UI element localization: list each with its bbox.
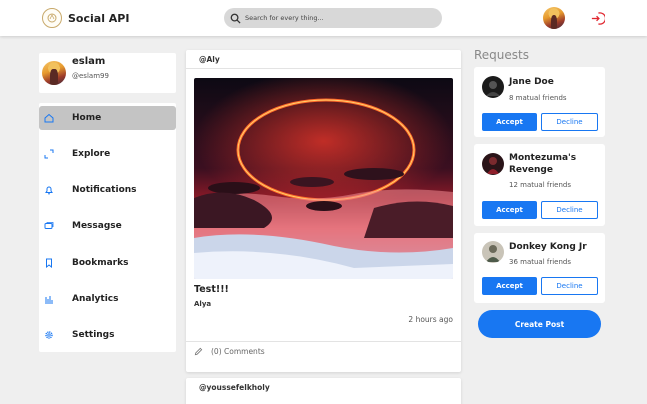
sidebar-item-label: Messagse (72, 221, 122, 231)
explore-icon (44, 149, 54, 159)
sidebar-item-home[interactable]: Home (39, 106, 176, 130)
request-name[interactable]: Jane Doe (509, 76, 601, 88)
mutual-friends: 8 matual friends (509, 94, 567, 102)
request-name[interactable]: Donkey Kong Jr (509, 241, 601, 253)
accept-button[interactable]: Accept (482, 113, 537, 131)
sidebar-item-settings[interactable]: Settings (39, 323, 176, 347)
divider (186, 341, 461, 342)
profile-card[interactable]: eslam @eslam99 (39, 53, 176, 93)
post-card: @Aly Test!!! Alya 2 hours ago (0) Commen… (186, 50, 461, 372)
sidebar-item-messages[interactable]: Messagse (39, 214, 176, 238)
comments-link[interactable]: (0) Comments (194, 347, 265, 356)
sidebar-item-explore[interactable]: Explore (39, 142, 176, 166)
sidebar-item-label: Settings (72, 330, 115, 340)
post-title: Test!!! (194, 284, 229, 295)
avatar (42, 61, 66, 85)
search-icon (230, 13, 241, 24)
sidebar-item-bookmarks[interactable]: Bookmarks (39, 251, 176, 275)
sidebar-item-label: Explore (72, 149, 111, 159)
comments-count: (0) Comments (211, 347, 265, 356)
mutual-friends: 36 matual friends (509, 258, 572, 266)
search-bar[interactable] (224, 8, 442, 28)
post-author[interactable]: @Aly (199, 55, 220, 64)
top-bar: Social API (0, 0, 647, 36)
request-card: Jane Doe 8 matual friends Accept Decline (474, 67, 605, 137)
request-name[interactable]: Montezuma's Revenge (509, 152, 601, 176)
brand[interactable]: Social API (42, 8, 129, 28)
sidebar-item-notifications[interactable]: Notifications (39, 178, 176, 202)
sidebar-item-analytics[interactable]: Analytics (39, 287, 176, 311)
logout-icon[interactable] (590, 11, 605, 26)
bell-icon (44, 185, 54, 195)
requests-title: Requests (474, 48, 529, 62)
sidebar-item-label: Home (72, 113, 102, 123)
post-timestamp: 2 hours ago (408, 315, 453, 324)
accept-button[interactable]: Accept (482, 201, 537, 219)
message-icon (44, 221, 54, 231)
request-card: Montezuma's Revenge 12 matual friends Ac… (474, 144, 605, 226)
post-card: @youssefelkholy (186, 378, 461, 404)
sidebar-nav: Home Explore Notifications Messagse Book… (39, 103, 176, 352)
sidebar-item-label: Analytics (72, 294, 119, 304)
sidebar-item-label: Notifications (72, 185, 137, 195)
analytics-icon (44, 294, 54, 304)
accept-button[interactable]: Accept (482, 277, 537, 295)
bookmark-icon (44, 258, 54, 268)
gear-icon (44, 330, 54, 340)
post-header: @Aly (186, 50, 461, 69)
create-post-button[interactable]: Create Post (478, 310, 601, 338)
search-input[interactable] (245, 14, 435, 22)
mutual-friends: 12 matual friends (509, 181, 572, 189)
app-title: Social API (68, 11, 130, 25)
post-author[interactable]: @youssefelkholy (199, 383, 270, 392)
avatar (482, 241, 504, 263)
decline-button[interactable]: Decline (541, 277, 598, 295)
post-image[interactable] (194, 78, 453, 279)
home-icon (44, 113, 54, 123)
sidebar-item-label: Bookmarks (72, 258, 129, 268)
post-subtitle: Alya (194, 300, 212, 308)
profile-name: eslam (72, 56, 106, 67)
decline-button[interactable]: Decline (541, 201, 598, 219)
profile-handle: @eslam99 (72, 72, 109, 80)
pencil-icon (194, 347, 203, 356)
avatar (482, 153, 504, 175)
request-card: Donkey Kong Jr 36 matual friends Accept … (474, 233, 605, 303)
avatar (482, 76, 504, 98)
user-avatar[interactable] (543, 7, 565, 29)
brand-logo-icon (42, 8, 62, 28)
decline-button[interactable]: Decline (541, 113, 598, 131)
